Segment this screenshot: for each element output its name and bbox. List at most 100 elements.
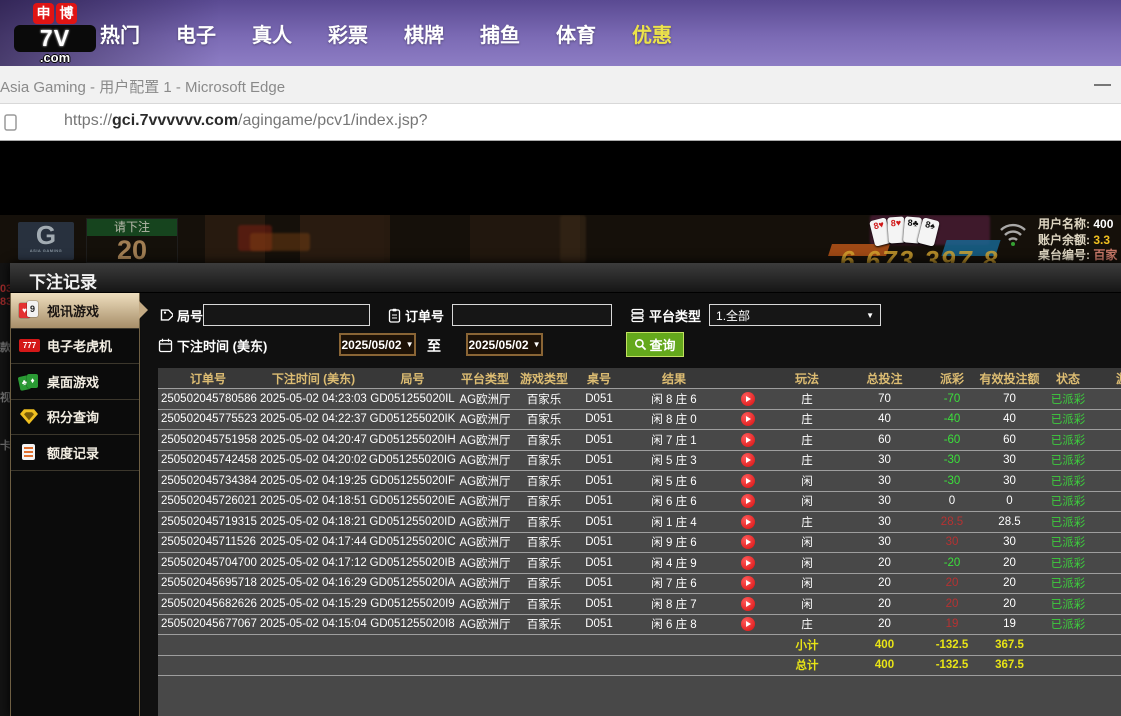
game-type: 百家乐	[514, 411, 574, 427]
valid-bet: 20	[977, 598, 1042, 610]
total-bet: 70	[842, 393, 927, 405]
result: 闲 9 庄 6	[624, 534, 724, 550]
play-icon[interactable]	[741, 535, 755, 549]
table-row: 250502045775523 2025-05-02 04:22:37 GD05…	[158, 410, 1121, 431]
url-text[interactable]: https://gci.7vvvvvv.com/agingame/pcv1/in…	[64, 112, 428, 130]
round-input[interactable]	[203, 304, 370, 326]
page-icon	[3, 113, 19, 132]
total-total: 400	[842, 659, 927, 671]
game-type: 百家乐	[514, 575, 574, 591]
play-icon[interactable]	[741, 453, 755, 467]
table-no: D051	[574, 434, 624, 446]
payout: -40	[927, 413, 977, 425]
bet-time: 2025-05-02 04:19:25	[258, 475, 369, 487]
nav-item[interactable]: 棋牌	[404, 19, 444, 48]
browser-titlebar: Asia Gaming - 用户配置 1 - Microsoft Edge	[0, 66, 1121, 104]
play-icon[interactable]	[741, 433, 755, 447]
date-to[interactable]: 2025/05/02 ▼	[466, 333, 543, 356]
bet-side: 庄	[772, 452, 842, 468]
platform-type: AG欧洲厅	[456, 514, 514, 530]
bet-side: 闲	[772, 596, 842, 612]
status-badge: 已派彩	[1042, 616, 1094, 632]
nav-item[interactable]: 热门	[100, 19, 140, 48]
bet-time: 2025-05-02 04:16:29	[258, 577, 369, 589]
order-no: 250502045775523	[158, 413, 258, 425]
bet-prompt-widget: 请下注 20	[86, 218, 178, 263]
status-badge: 已派彩	[1042, 534, 1094, 550]
total-bet: 30	[842, 516, 927, 528]
total-bet: 30	[842, 454, 927, 466]
table-row: 250502045677067 2025-05-02 04:15:04 GD05…	[158, 615, 1121, 636]
logo-square-2: 博	[56, 3, 77, 24]
table-no: D051	[574, 413, 624, 425]
result: 闲 5 庄 6	[624, 473, 724, 489]
subtotal-row: 小计 400 -132.5 367.5	[158, 635, 1121, 656]
play-icon[interactable]	[741, 597, 755, 611]
nav-item[interactable]: 真人	[252, 19, 292, 48]
game-type: 百家乐	[514, 596, 574, 612]
round-no: GD051255020I8	[369, 618, 456, 630]
status-badge: 已派彩	[1042, 555, 1094, 571]
order-input[interactable]	[452, 304, 612, 326]
table-row: 250502045711526 2025-05-02 04:17:44 GD05…	[158, 533, 1121, 554]
total-bet: 20	[842, 618, 927, 630]
total-bet: 30	[842, 495, 927, 507]
nav-item[interactable]: 捕鱼	[480, 19, 520, 48]
platform-type: AG欧洲厅	[456, 555, 514, 571]
total-label: 总计	[772, 657, 842, 673]
site-logo[interactable]: 申博 7V .com	[14, 3, 96, 64]
status-badge: 已派彩	[1042, 596, 1094, 612]
sidebar-item-slots[interactable]: 777 电子老虎机	[11, 329, 139, 365]
nav-item[interactable]: 彩票	[328, 19, 368, 48]
date-from[interactable]: 2025/05/02 ▼	[339, 333, 416, 356]
nav-item[interactable]: 体育	[556, 19, 596, 48]
play-icon[interactable]	[741, 617, 755, 631]
sidebar-item-points[interactable]: 积分查询	[11, 400, 139, 436]
sidebar-item-video-games[interactable]: ♥9 视讯游戏	[11, 293, 139, 329]
video-cards-icon: ♥9	[19, 301, 40, 320]
play-icon[interactable]	[741, 494, 755, 508]
bet-countdown: 20	[87, 236, 177, 263]
payout: -30	[927, 454, 977, 466]
total-payout: -132.5	[927, 659, 977, 671]
total-bet: 20	[842, 577, 927, 589]
table-no: D051	[574, 475, 624, 487]
game-type: 百家乐	[514, 391, 574, 407]
bet-side: 庄	[772, 411, 842, 427]
dropdown-arrow-icon: ▼	[866, 311, 874, 320]
play-icon[interactable]	[741, 576, 755, 590]
site-topbar: 申博 7V .com 热门 电子 真人 彩票 棋牌 捕鱼 体育 优惠	[0, 0, 1121, 66]
table-filler	[158, 676, 1121, 716]
valid-bet: 19	[977, 618, 1042, 630]
platform-select[interactable]: 1.全部 ▼	[709, 304, 881, 326]
minimize-icon[interactable]	[1094, 84, 1111, 86]
play-icon[interactable]	[741, 515, 755, 529]
screen: 申博 7V .com 热门 电子 真人 彩票 棋牌 捕鱼 体育 优惠	[0, 0, 1121, 716]
platform-type: AG欧洲厅	[456, 432, 514, 448]
result: 闲 6 庄 6	[624, 493, 724, 509]
nav-item[interactable]: 电子	[176, 19, 216, 48]
result: 闲 1 庄 4	[624, 514, 724, 530]
main-nav: 热门 电子 真人 彩票 棋牌 捕鱼 体育 优惠	[100, 0, 672, 66]
sidebar-item-quota-records[interactable]: 额度记录	[11, 435, 139, 471]
valid-bet: 60	[977, 434, 1042, 446]
sidebar-item-table-games[interactable]: ♣♦ 桌面游戏	[11, 364, 139, 400]
browser-urlbar[interactable]: https://gci.7vvvvvv.com/agingame/pcv1/in…	[0, 104, 1121, 141]
total-row: 总计 400 -132.5 367.5	[158, 656, 1121, 677]
bet-prompt-label: 请下注	[87, 219, 177, 236]
total-bet: 30	[842, 475, 927, 487]
play-icon[interactable]	[741, 392, 755, 406]
bet-time: 2025-05-02 04:20:47	[258, 434, 369, 446]
status-badge: 已派彩	[1042, 493, 1094, 509]
play-icon[interactable]	[741, 474, 755, 488]
bet-side: 闲	[772, 493, 842, 509]
nav-item[interactable]: 优惠	[632, 19, 672, 48]
table-no: D051	[574, 536, 624, 548]
play-icon[interactable]	[741, 412, 755, 426]
logo-square-1: 申	[33, 3, 54, 24]
platform-type: AG欧洲厅	[456, 575, 514, 591]
play-icon[interactable]	[741, 556, 755, 570]
query-button[interactable]: 查询	[626, 332, 684, 357]
valid-bet: 20	[977, 557, 1042, 569]
platform-type: AG欧洲厅	[456, 473, 514, 489]
